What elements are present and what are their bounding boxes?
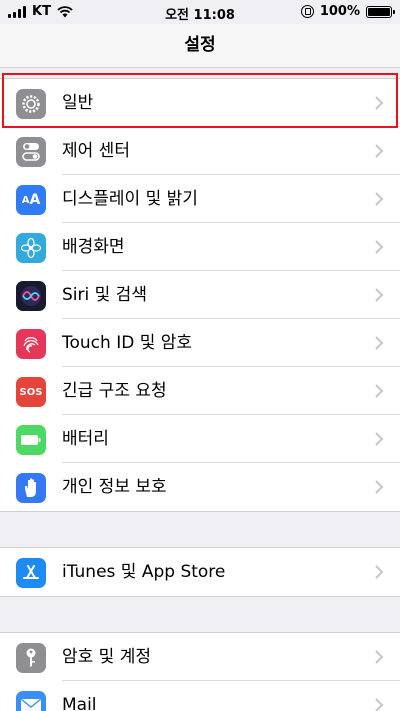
display-aa-icon: AA	[16, 185, 46, 215]
settings-row-wallpaper[interactable]: 배경화면	[0, 223, 400, 271]
chevron-right-icon	[375, 565, 384, 579]
chevron-right-icon	[375, 336, 384, 350]
chevron-right-icon	[375, 384, 384, 398]
sos-icon: SOS	[16, 377, 46, 407]
chevron-right-icon	[375, 650, 384, 664]
row-label: 암호 및 계정	[62, 647, 152, 667]
row-label: Mail	[62, 695, 97, 711]
wallpaper-flower-icon	[16, 233, 46, 263]
battery-status-icon	[366, 5, 395, 18]
app-store-icon	[16, 558, 46, 588]
settings-row-itunes-app-store[interactable]: iTunes 및 App Store	[0, 548, 400, 596]
settings-group-3: 암호 및 계정 Mail	[0, 632, 400, 711]
battery-percent: 100%	[319, 4, 360, 19]
settings-row-touch-id[interactable]: Touch ID 및 암호	[0, 319, 400, 367]
chevron-right-icon	[375, 432, 384, 446]
row-label: 디스플레이 및 밝기	[62, 189, 198, 209]
row-label: Siri 및 검색	[62, 285, 147, 305]
chevron-right-icon	[375, 698, 384, 711]
key-icon	[16, 643, 46, 673]
orientation-lock-icon	[300, 5, 314, 18]
settings-row-battery[interactable]: 배터리	[0, 415, 400, 463]
row-label: iTunes 및 App Store	[62, 562, 226, 582]
chevron-right-icon	[375, 288, 384, 302]
row-label: Touch ID 및 암호	[62, 333, 193, 353]
row-label: 배경화면	[62, 237, 125, 257]
sos-text: SOS	[19, 386, 43, 398]
settings-group-2: iTunes 및 App Store	[0, 547, 400, 597]
row-label: 긴급 구조 요청	[62, 381, 167, 401]
settings-row-siri[interactable]: Siri 및 검색	[0, 271, 400, 319]
gear-icon	[16, 89, 46, 119]
row-label: 제어 센터	[62, 141, 130, 161]
settings-group-1: 일반 제어 센터 AA 디스플레이 및 밝기 배경화면 Siri 및 검색 To…	[0, 78, 400, 512]
settings-row-passwords-accounts[interactable]: 암호 및 계정	[0, 633, 400, 681]
page-title: 설정	[184, 35, 216, 55]
settings-row-emergency-sos[interactable]: SOS 긴급 구조 요청	[0, 367, 400, 415]
row-label: 개인 정보 보호	[62, 477, 167, 497]
battery-icon	[16, 425, 46, 455]
settings-row-privacy[interactable]: 개인 정보 보호	[0, 463, 400, 511]
chevron-right-icon	[375, 480, 384, 494]
settings-row-display[interactable]: AA 디스플레이 및 밝기	[0, 175, 400, 223]
nav-bar: 설정	[0, 24, 400, 68]
settings-row-general[interactable]: 일반	[0, 79, 400, 127]
status-right: 100%	[300, 4, 395, 19]
row-label: 배터리	[62, 429, 109, 449]
chevron-right-icon	[375, 144, 384, 158]
siri-icon	[16, 281, 46, 311]
hand-icon	[16, 473, 46, 503]
mail-icon	[16, 691, 46, 711]
status-bar: KT 오전 11:08 100%	[0, 0, 400, 24]
settings-row-control-center[interactable]: 제어 센터	[0, 127, 400, 175]
chevron-right-icon	[375, 192, 384, 206]
chevron-right-icon	[375, 240, 384, 254]
control-center-icon	[16, 137, 46, 167]
settings-row-mail[interactable]: Mail	[0, 681, 400, 711]
fingerprint-icon	[16, 329, 46, 359]
row-label: 일반	[62, 93, 94, 113]
chevron-right-icon	[375, 96, 384, 110]
